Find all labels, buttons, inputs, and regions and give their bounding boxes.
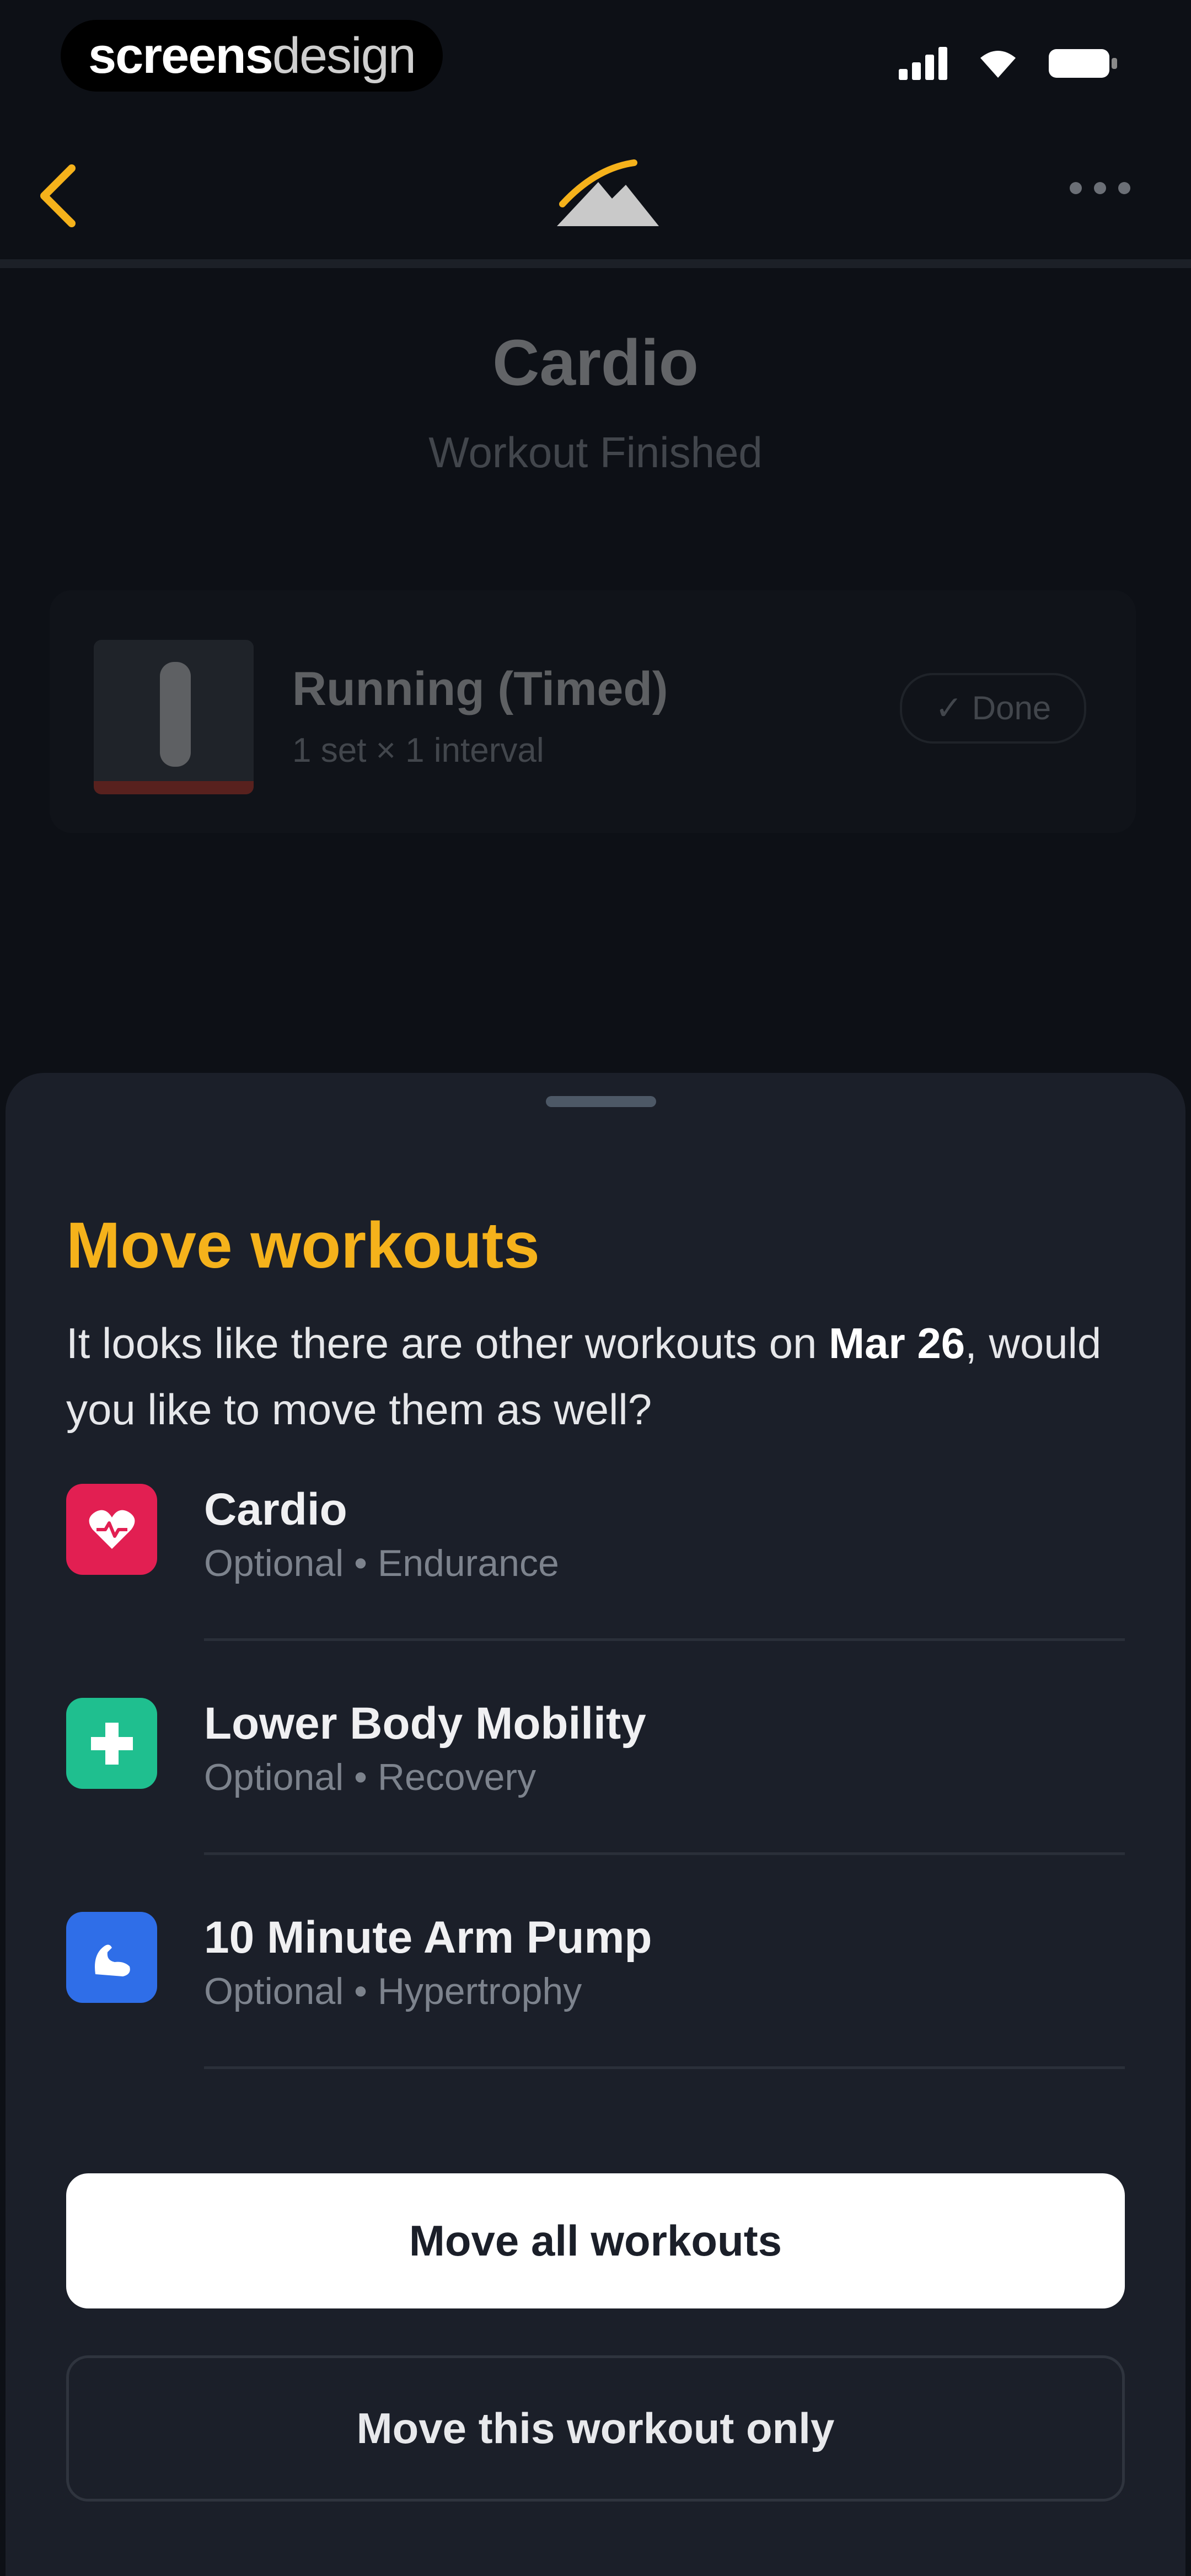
- chevron-left-icon: [40, 164, 76, 227]
- more-horizontal-icon: [1070, 182, 1082, 194]
- more-horizontal-icon: [1094, 182, 1106, 194]
- workout-name: Lower Body Mobility: [204, 1698, 646, 1749]
- workout-name: Cardio: [204, 1484, 347, 1535]
- flexed-arm-icon: [66, 1912, 157, 2003]
- sheet-title: Move workouts: [66, 1209, 540, 1282]
- plus-cross-icon: [66, 1698, 157, 1789]
- watermark-badge: screens design: [61, 20, 443, 92]
- nav-bar: [0, 132, 1191, 268]
- workout-item-lower-body-mobility[interactable]: Lower Body Mobility Optional • Recovery: [66, 1692, 1125, 1906]
- workout-meta: Optional • Recovery: [204, 1756, 537, 1798]
- divider: [204, 1638, 1125, 1641]
- exercise-thumbnail: [94, 640, 254, 794]
- watermark-bold-text: screens: [88, 27, 273, 84]
- move-all-workouts-button[interactable]: Move all workouts: [66, 2173, 1125, 2308]
- more-options-button[interactable]: [1070, 182, 1130, 194]
- battery-icon: [1049, 49, 1117, 78]
- status-bar: screens design: [0, 0, 1191, 110]
- exercise-meta: 1 set × 1 interval: [292, 731, 544, 769]
- signal-icon: [899, 47, 947, 80]
- workout-list: Cardio Optional • Endurance Lower Body M…: [66, 1478, 1125, 2120]
- back-button[interactable]: [33, 160, 83, 234]
- desc-date: Mar 26: [829, 1319, 965, 1367]
- runner-figure: [160, 662, 191, 767]
- desc-prefix: It looks like there are other workouts o…: [66, 1319, 829, 1367]
- watermark-light-text: design: [272, 27, 416, 84]
- wifi-icon: [980, 51, 1016, 78]
- workout-meta: Optional • Hypertrophy: [204, 1970, 582, 2012]
- workout-meta: Optional • Endurance: [204, 1542, 559, 1584]
- more-horizontal-icon: [1118, 182, 1130, 194]
- app-logo: [551, 152, 662, 237]
- divider: [204, 1852, 1125, 1855]
- workout-status: Workout Finished: [428, 428, 763, 477]
- workout-name: 10 Minute Arm Pump: [204, 1912, 652, 1963]
- exercise-card[interactable]: Running (Timed) 1 set × 1 interval ✓ Don…: [50, 590, 1136, 833]
- move-this-workout-only-button[interactable]: Move this workout only: [66, 2355, 1125, 2502]
- heart-icon: [66, 1484, 157, 1575]
- app-screen: screens design Cardio Workout Finished R…: [0, 0, 1191, 2576]
- status-icons: [899, 47, 1119, 80]
- thumbnail-progress-bar: [94, 781, 254, 794]
- workout-item-cardio[interactable]: Cardio Optional • Endurance: [66, 1478, 1125, 1692]
- move-workouts-sheet: Move workouts It looks like there are ot…: [6, 1073, 1185, 2576]
- sheet-description: It looks like there are other workouts o…: [66, 1310, 1141, 1442]
- sheet-drag-handle[interactable]: [546, 1096, 656, 1107]
- mountain-logo-icon: [557, 159, 659, 226]
- workout-item-arm-pump[interactable]: 10 Minute Arm Pump Optional • Hypertroph…: [66, 1906, 1125, 2120]
- done-badge: ✓ Done: [900, 673, 1086, 744]
- divider: [204, 2066, 1125, 2069]
- workout-title: Cardio: [492, 327, 699, 399]
- exercise-name: Running (Timed): [292, 662, 668, 715]
